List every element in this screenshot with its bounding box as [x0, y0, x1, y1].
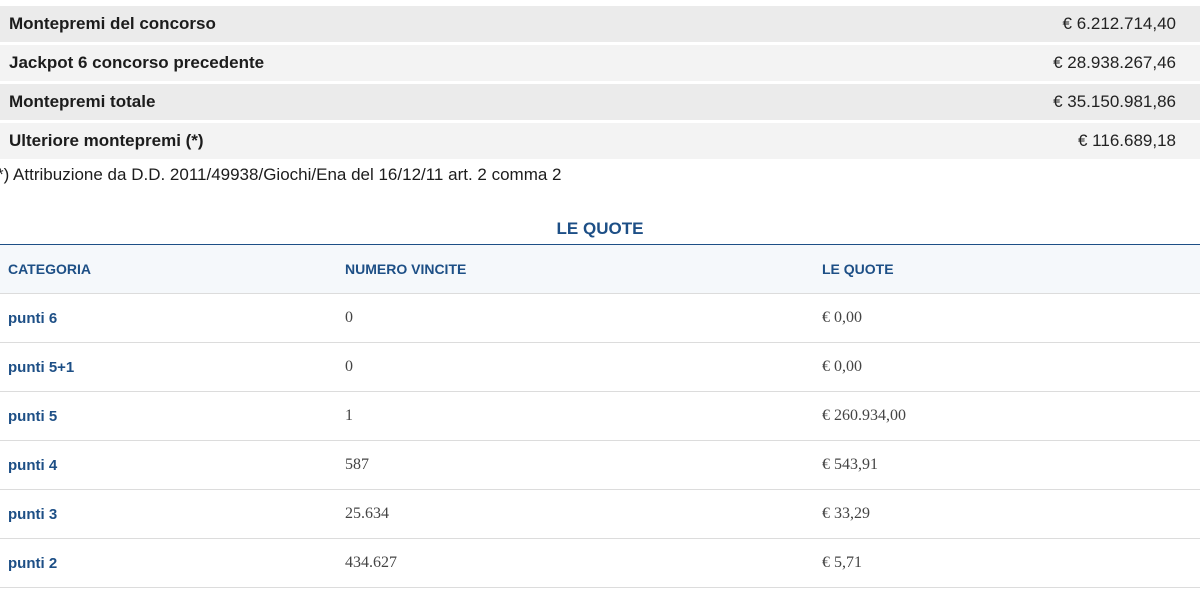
quotes-section-title: LE QUOTE [556, 219, 644, 238]
summary-label: Montepremi del concorso [9, 14, 216, 33]
summary-row-jackpot-precedente: Jackpot 6 concorso precedente € 28.938.2… [0, 45, 1200, 81]
table-row: punti 5+1 0 € 0,00 [0, 343, 1200, 392]
footnote: *) Attribuzione da D.D. 2011/49938/Gioch… [0, 165, 562, 184]
quota-cell: € 5,71 [822, 554, 862, 571]
summary-row-montepremi-totale: Montepremi totale € 35.150.981,86 [0, 84, 1200, 120]
wins-cell: 434.627 [345, 554, 397, 571]
column-header-numero-vincite: NUMERO VINCITE [345, 261, 467, 277]
table-row: punti 4 587 € 543,91 [0, 441, 1200, 490]
column-header-le-quote: LE QUOTE [822, 261, 894, 277]
quotes-table: CATEGORIA NUMERO VINCITE LE QUOTE punti … [0, 244, 1200, 588]
table-row: punti 6 0 € 0,00 [0, 294, 1200, 343]
quota-cell: € 33,29 [822, 505, 870, 522]
summary-value: € 28.938.267,46 [1053, 53, 1176, 72]
table-header-row: CATEGORIA NUMERO VINCITE LE QUOTE [0, 245, 1200, 294]
table-row: punti 2 434.627 € 5,71 [0, 539, 1200, 588]
summary-row-montepremi-concorso: Montepremi del concorso € 6.212.714,40 [0, 6, 1200, 42]
summary-value: € 6.212.714,40 [1062, 14, 1176, 33]
summary-label: Jackpot 6 concorso precedente [9, 53, 265, 72]
wins-cell: 0 [345, 309, 353, 326]
wins-cell: 0 [345, 358, 353, 375]
summary-label: Montepremi totale [9, 92, 156, 111]
prize-summary: Montepremi del concorso € 6.212.714,40 J… [0, 6, 1200, 159]
summary-value: € 116.689,18 [1078, 131, 1176, 150]
summary-value: € 35.150.981,86 [1053, 92, 1176, 111]
category-cell: punti 6 [8, 309, 58, 327]
category-cell: punti 5+1 [8, 358, 75, 376]
category-cell: punti 2 [8, 554, 58, 572]
summary-label: Ulteriore montepremi (*) [9, 131, 204, 150]
quota-cell: € 260.934,00 [822, 407, 906, 424]
category-cell: punti 4 [8, 456, 58, 474]
quota-cell: € 0,00 [822, 358, 862, 375]
wins-cell: 25.634 [345, 505, 389, 522]
wins-cell: 587 [345, 456, 369, 473]
summary-row-ulteriore-montepremi: Ulteriore montepremi (*) € 116.689,18 [0, 123, 1200, 159]
column-header-categoria: CATEGORIA [8, 261, 91, 277]
wins-cell: 1 [345, 407, 353, 424]
category-cell: punti 5 [8, 407, 58, 425]
quota-cell: € 543,91 [822, 456, 878, 473]
table-row: punti 5 1 € 260.934,00 [0, 392, 1200, 441]
category-cell: punti 3 [8, 505, 58, 523]
quota-cell: € 0,00 [822, 309, 862, 326]
table-row: punti 3 25.634 € 33,29 [0, 490, 1200, 539]
